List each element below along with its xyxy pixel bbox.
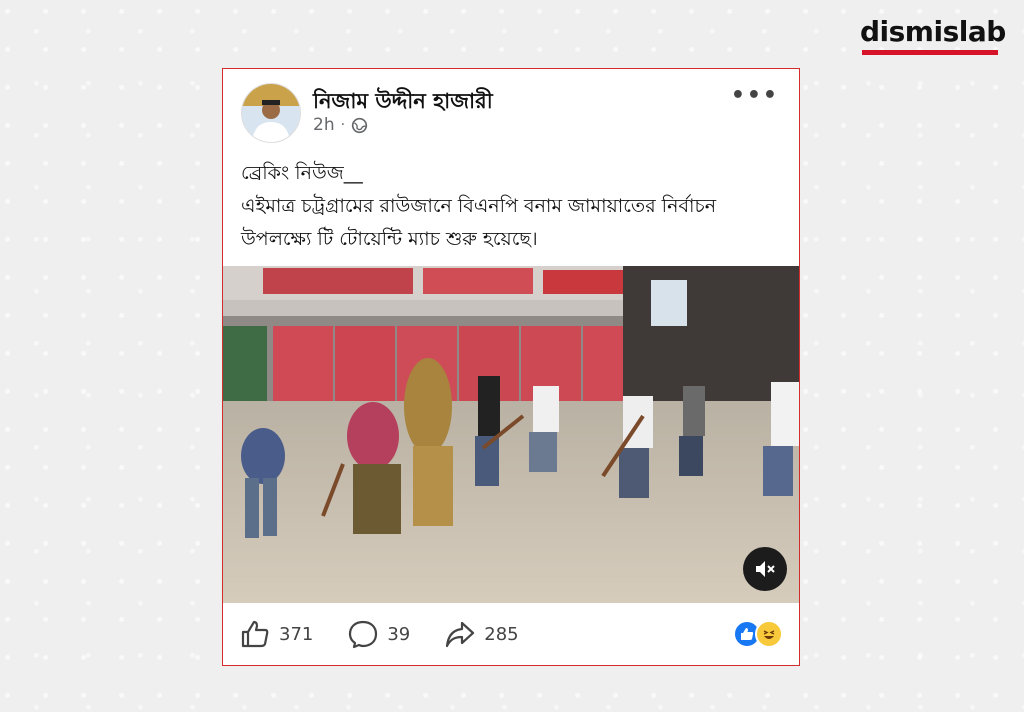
thumbs-up-icon bbox=[241, 620, 269, 648]
post-caption: ব্রেকিং নিউজ__ এইমাত্র চট্রগ্রামের রাউজা… bbox=[241, 157, 785, 256]
mute-button[interactable] bbox=[743, 547, 787, 591]
haha-reaction-icon bbox=[755, 620, 783, 648]
video-frame bbox=[223, 266, 799, 603]
post-video[interactable] bbox=[223, 266, 799, 603]
post-actions: 371 39 285 bbox=[223, 603, 799, 665]
caption-line: এইমাত্র চট্রগ্রামের রাউজানে বিএনপি বনাম … bbox=[241, 195, 717, 217]
avatar[interactable] bbox=[241, 83, 301, 143]
caption-line: উপলক্ষ্যে টি টোয়েন্টি ম্যাচ শুরু হয়েছে… bbox=[241, 228, 538, 250]
comment-button[interactable]: 39 bbox=[347, 618, 410, 650]
share-icon bbox=[446, 621, 475, 648]
more-options-icon[interactable]: ••• bbox=[731, 83, 779, 108]
comment-count: 39 bbox=[387, 623, 411, 645]
share-button[interactable]: 285 bbox=[444, 618, 519, 650]
brand-logo: dismislab bbox=[860, 14, 1006, 60]
reaction-summary[interactable] bbox=[733, 620, 783, 648]
share-count: 285 bbox=[484, 623, 519, 645]
brand-name: dismislab bbox=[860, 15, 1006, 48]
post-meta: 2h · bbox=[313, 115, 368, 135]
speaker-muted-icon bbox=[756, 561, 775, 577]
comment-icon bbox=[349, 620, 378, 649]
like-button[interactable]: 371 bbox=[239, 618, 313, 650]
brand-underline bbox=[862, 50, 998, 55]
caption-line: ব্রেকিং নিউজ__ bbox=[241, 162, 363, 184]
facebook-post-card: নিজাম উদ্দীন হাজারী 2h · ••• ব্রেকিং নিউ… bbox=[222, 68, 800, 666]
post-time[interactable]: 2h bbox=[313, 115, 335, 135]
separator-dot: · bbox=[340, 117, 346, 133]
globe-icon bbox=[351, 117, 368, 133]
like-count: 371 bbox=[279, 623, 314, 645]
